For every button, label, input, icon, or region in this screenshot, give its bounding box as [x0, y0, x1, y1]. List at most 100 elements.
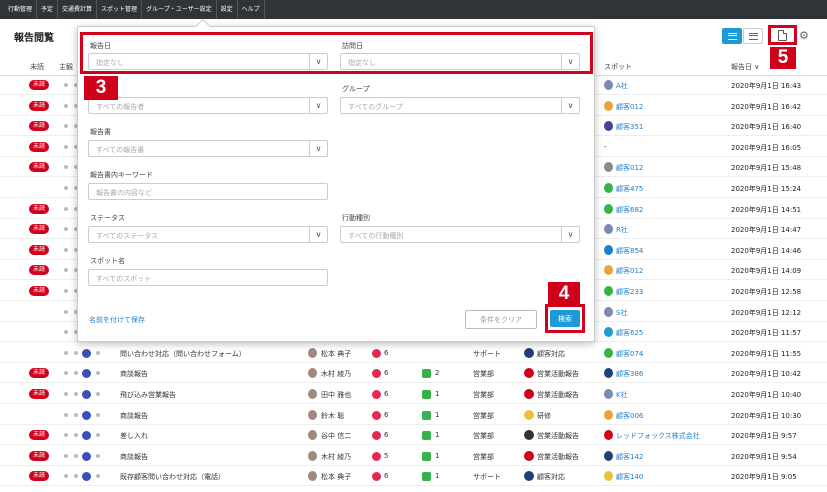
action-type-select[interactable]: すべての行動種別 ∨: [340, 226, 580, 243]
star-icon[interactable]: [96, 474, 100, 479]
nav-item[interactable]: 設定: [217, 0, 238, 19]
nav-item[interactable]: 予定: [37, 0, 59, 19]
spot-link[interactable]: R社: [616, 225, 628, 235]
spot-link[interactable]: K社: [616, 390, 628, 400]
group-select[interactable]: すべてのグループ ∨: [340, 97, 580, 114]
pin-icon[interactable]: [64, 103, 68, 108]
pin-icon[interactable]: [64, 309, 68, 314]
comment-icon[interactable]: [422, 390, 431, 399]
pin-icon[interactable]: [64, 474, 68, 479]
star-icon[interactable]: [96, 371, 100, 376]
pin-icon[interactable]: [74, 392, 78, 396]
table-row[interactable]: 未読 商談報告 木村 綾乃 6 2 営業部 営業活動報告 顧客386 2020年9月1日 10:…: [0, 364, 827, 384]
like-icon[interactable]: [372, 348, 381, 358]
nav-item[interactable]: 交通費計算: [58, 0, 98, 19]
report-title[interactable]: 問い合わせ対応（問い合わせフォーム）: [120, 349, 246, 359]
pin-icon[interactable]: [64, 124, 68, 129]
status-select[interactable]: すべてのステータス ∨: [88, 226, 328, 243]
report-title[interactable]: 商談報告: [120, 411, 148, 421]
spot-link[interactable]: 顧客854: [616, 246, 643, 256]
spot-link[interactable]: 顧客351: [616, 122, 643, 132]
report-title[interactable]: 商談報告: [120, 369, 148, 379]
report-title[interactable]: 既存顧客問い合わせ対応（電話）: [120, 472, 225, 482]
nav-item[interactable]: ヘルプ: [238, 0, 265, 19]
star-icon[interactable]: [96, 433, 100, 438]
pin-icon[interactable]: [64, 453, 68, 458]
reporter-select[interactable]: すべての報告者 ∨: [88, 97, 328, 114]
table-row[interactable]: 未読 飛び込み営業報告 田中 雅也 6 1 営業部 営業活動報告 K社 2020年9月1日 10…: [0, 385, 827, 404]
report-title[interactable]: 商談報告: [120, 452, 148, 462]
table-row[interactable]: 商談報告 鈴木 聡 6 1 営業部 研修 顧客006 2020年9月1日 10:30: [0, 406, 827, 425]
like-icon[interactable]: [372, 410, 381, 420]
nav-item[interactable]: グループ・ユーザー設定: [142, 0, 217, 19]
star-icon[interactable]: [96, 350, 100, 355]
pin-icon[interactable]: [74, 350, 78, 355]
spot-link[interactable]: 顧客682: [616, 205, 643, 215]
like-icon[interactable]: [372, 390, 381, 399]
star-icon[interactable]: [96, 412, 100, 417]
spot-link[interactable]: 顧客012: [616, 102, 643, 112]
pin-icon[interactable]: [74, 412, 78, 417]
pin-icon[interactable]: [64, 144, 68, 149]
spot-link[interactable]: S社: [616, 308, 627, 318]
comment-icon[interactable]: [422, 451, 431, 461]
table-row[interactable]: 未読 商談報告 木村 綾乃 5 1 営業部 営業活動報告 顧客142 2020年9月1日 9:5…: [0, 447, 827, 466]
pin-icon[interactable]: [64, 227, 68, 232]
like-icon[interactable]: [372, 431, 381, 441]
pin-icon[interactable]: [64, 83, 68, 87]
pin-icon[interactable]: [64, 330, 68, 335]
spot-input[interactable]: すべてのスポット: [88, 269, 328, 286]
pin-icon[interactable]: [64, 371, 68, 376]
pin-icon[interactable]: [64, 206, 68, 211]
gear-icon[interactable]: ⚙: [799, 29, 809, 42]
col-spot[interactable]: スポット: [604, 62, 632, 72]
like-icon[interactable]: [372, 451, 381, 461]
nav-item[interactable]: 行動管理: [4, 0, 38, 19]
spot-link[interactable]: A社: [616, 81, 628, 91]
spot-link[interactable]: 顧客625: [616, 328, 643, 338]
pin-icon[interactable]: [64, 350, 68, 355]
pin-icon[interactable]: [64, 392, 68, 396]
pin-icon[interactable]: [64, 268, 68, 273]
pin-icon[interactable]: [64, 165, 68, 170]
pin-icon[interactable]: [74, 433, 78, 438]
spot-link[interactable]: 顧客140: [616, 472, 643, 482]
star-icon[interactable]: [96, 392, 100, 396]
comment-icon[interactable]: [422, 410, 431, 420]
col-main[interactable]: 主観: [59, 62, 73, 72]
table-row[interactable]: 問い合わせ対応（問い合わせフォーム） 松本 典子 6 サポート 顧客対応 顧客074 202…: [0, 344, 827, 363]
report-form-select[interactable]: すべての報告書 ∨: [88, 140, 328, 157]
pin-icon[interactable]: [74, 453, 78, 458]
pin-icon[interactable]: [64, 433, 68, 438]
pin-icon[interactable]: [64, 186, 68, 190]
col-report-date[interactable]: 報告日 ∨: [731, 62, 759, 72]
clear-conditions-button[interactable]: 条件をクリア: [465, 310, 537, 329]
search-button[interactable]: 検索: [550, 310, 580, 327]
save-as-link[interactable]: 名前を付けて保存: [89, 315, 145, 325]
compact-view-button[interactable]: [743, 28, 763, 44]
pin-icon[interactable]: [74, 474, 78, 479]
spot-link[interactable]: 顧客012: [616, 266, 643, 276]
report-title[interactable]: 飛び込み営業報告: [120, 390, 176, 400]
comment-icon[interactable]: [422, 369, 431, 379]
spot-link[interactable]: 顧客475: [616, 184, 643, 194]
export-button[interactable]: [768, 25, 797, 45]
nav-item[interactable]: スポット管理: [97, 0, 143, 19]
table-row[interactable]: 未読 差し入れ 谷中 信二 6 1 営業部 営業活動報告 レッドフォックス株式会社 2020年9…: [0, 426, 827, 446]
report-title[interactable]: 差し入れ: [120, 431, 148, 441]
table-row[interactable]: 未読 既存顧客問い合わせ対応（電話） 松本 典子 6 1 サポート 顧客対応 顧客140 202…: [0, 467, 827, 487]
spot-link[interactable]: 顧客074: [616, 349, 643, 359]
comment-icon[interactable]: [422, 431, 431, 441]
pin-icon[interactable]: [64, 412, 68, 417]
pin-icon[interactable]: [64, 289, 68, 293]
spot-link[interactable]: 顧客233: [616, 287, 643, 297]
like-icon[interactable]: [372, 472, 381, 482]
star-icon[interactable]: [96, 453, 100, 458]
spot-link[interactable]: 顧客386: [616, 369, 643, 379]
spot-link[interactable]: レッドフォックス株式会社: [616, 431, 700, 441]
comment-icon[interactable]: [422, 472, 431, 482]
spot-link[interactable]: 顧客006: [616, 411, 643, 421]
spot-link[interactable]: 顧客012: [616, 163, 643, 173]
list-view-button[interactable]: [722, 28, 742, 44]
like-icon[interactable]: [372, 369, 381, 379]
